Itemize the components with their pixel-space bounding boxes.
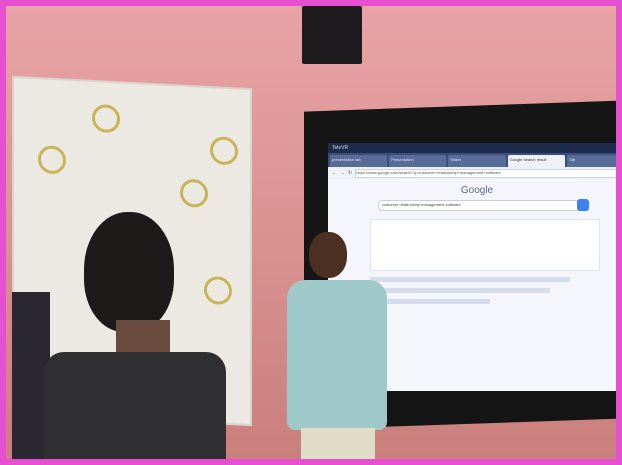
google-logo: Google (460, 185, 494, 196)
wall-speaker (302, 6, 362, 64)
reload-icon[interactable]: ↻ (348, 170, 352, 176)
search-results (370, 219, 600, 304)
audience-member (44, 212, 226, 459)
audience-member-body (44, 352, 226, 459)
browser-tab-5[interactable]: Tab (566, 155, 616, 167)
browser-tab-1[interactable]: presentation tab (330, 155, 388, 167)
taskbar-title: TeleVR (332, 145, 349, 151)
address-bar-row: ← → ↻ https://www.google.com/search?q=cu… (328, 167, 616, 179)
photo-frame: TeleVR presentation tab Presentation Sli… (0, 0, 622, 465)
logo-5 (525, 223, 559, 267)
presenter-pants (301, 428, 375, 459)
logo-4 (487, 223, 521, 267)
logo-2 (412, 223, 446, 267)
result-card (370, 219, 600, 271)
result-line-1 (370, 277, 570, 282)
search-box[interactable]: customer relationship management softwar… (378, 199, 589, 211)
presenter-head (309, 232, 347, 278)
presenter-shirt (287, 280, 387, 430)
board-decoration-2 (38, 145, 66, 175)
search-query: customer relationship management softwar… (382, 202, 461, 207)
board-decoration-3 (180, 178, 208, 208)
browser-tabs: presentation tab Presentation Slides Goo… (328, 153, 616, 167)
browser-tab-3[interactable]: Slides (448, 155, 506, 167)
browser-tab-4[interactable]: Google search result (507, 155, 565, 167)
audience-member-head (84, 212, 174, 332)
board-decoration-4 (210, 136, 238, 166)
back-icon[interactable]: ← (332, 170, 337, 176)
taskbar: TeleVR (328, 143, 616, 153)
audience-member-neck (116, 320, 170, 354)
board-decoration-1 (92, 103, 120, 134)
result-line-2 (370, 288, 550, 293)
logo-3 (449, 223, 483, 267)
forward-icon[interactable]: → (340, 170, 345, 176)
logo-6 (562, 223, 596, 267)
search-button[interactable] (577, 199, 589, 211)
presenter (281, 228, 393, 459)
address-bar[interactable]: https://www.google.com/search?q=customer… (355, 168, 616, 178)
browser-tab-2[interactable]: Presentation (389, 155, 447, 167)
